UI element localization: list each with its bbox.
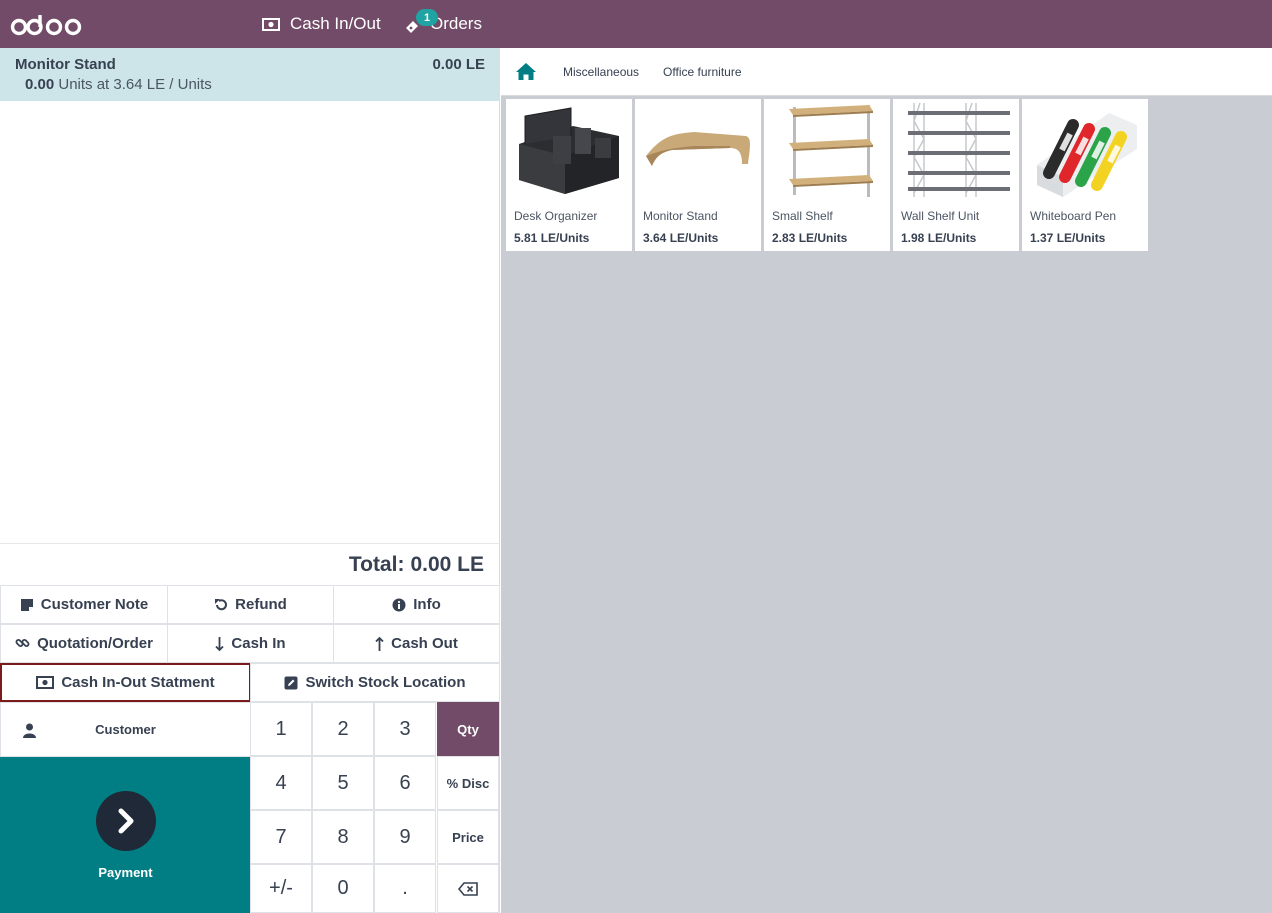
product-card-desk-organizer[interactable]: Desk Organizer 5.81 LE/Units bbox=[506, 99, 632, 251]
numpad-key-2[interactable]: 2 bbox=[312, 702, 374, 756]
chevron-right-icon bbox=[118, 808, 133, 833]
product-name: Desk Organizer bbox=[514, 209, 598, 223]
orders-count-badge: 1 bbox=[416, 9, 438, 26]
odoo-logo bbox=[10, 15, 82, 36]
product-card-small-shelf[interactable]: Small Shelf 2.83 LE/Units bbox=[764, 99, 890, 251]
product-card-wall-shelf-unit[interactable]: Wall Shelf Unit 1.98 LE/Units bbox=[893, 99, 1019, 251]
link-icon bbox=[15, 639, 30, 647]
undo-icon bbox=[215, 598, 228, 610]
payment-label: Payment bbox=[98, 864, 153, 880]
product-name: Whiteboard Pen bbox=[1030, 209, 1117, 223]
numpad-key-5[interactable]: 5 bbox=[312, 756, 374, 810]
customer-note-button[interactable]: Customer Note bbox=[0, 585, 168, 624]
numpad-key-9[interactable]: 9 bbox=[374, 810, 436, 864]
order-line-detail: 0.00 Units at 3.64 LE / Units bbox=[25, 76, 485, 93]
home-category-button[interactable] bbox=[501, 48, 551, 96]
info-button[interactable]: Info bbox=[333, 585, 500, 624]
info-label: Info bbox=[413, 596, 441, 613]
top-navbar: Cash In/Out 1 Orders bbox=[0, 0, 1272, 48]
numpad-key-8[interactable]: 8 bbox=[312, 810, 374, 864]
payment-button[interactable]: Payment bbox=[0, 757, 251, 913]
product-price: 2.83 LE/Units bbox=[772, 231, 848, 245]
refund-button[interactable]: Refund bbox=[167, 585, 334, 624]
total-label: Total: bbox=[348, 552, 405, 576]
order-total: Total: 0.00 LE bbox=[0, 543, 500, 585]
product-card-whiteboard-pen[interactable]: Whiteboard Pen 1.37 LE/Units bbox=[1022, 99, 1148, 251]
switch-stock-location-label: Switch Stock Location bbox=[305, 674, 466, 691]
switch-stock-location-button[interactable]: Switch Stock Location bbox=[250, 663, 500, 702]
orders-button[interactable]: 1 Orders bbox=[404, 0, 482, 48]
product-image-small-shelf bbox=[768, 101, 886, 201]
order-line-price: 0.00 LE bbox=[432, 56, 485, 73]
product-price: 1.98 LE/Units bbox=[901, 231, 977, 245]
category-bar: Miscellaneous Office furniture bbox=[501, 48, 1272, 96]
quotation-order-button[interactable]: Quotation/Order bbox=[0, 624, 168, 663]
order-line[interactable]: Monitor Stand 0.00 LE 0.00 Units at 3.64… bbox=[0, 48, 500, 101]
numpad-key-plus-minus[interactable]: +/- bbox=[250, 864, 312, 913]
money-icon bbox=[36, 676, 55, 689]
cash-in-out-statement-button[interactable]: Cash In-Out Statment bbox=[0, 663, 251, 702]
numpad-mode-qty[interactable]: Qty bbox=[437, 702, 499, 756]
arrow-down-icon bbox=[215, 636, 225, 651]
product-price: 1.37 LE/Units bbox=[1030, 231, 1106, 245]
order-line-unit-info: Units at 3.64 LE / Units bbox=[58, 76, 212, 93]
product-image-wall-shelf-unit bbox=[897, 101, 1015, 201]
product-image-monitor-stand bbox=[639, 101, 757, 201]
numpad-key-3[interactable]: 3 bbox=[374, 702, 436, 756]
arrow-up-icon bbox=[375, 636, 384, 651]
customer-button[interactable]: Customer bbox=[0, 702, 251, 757]
cash-in-out-label: Cash In/Out bbox=[290, 14, 381, 33]
product-image-whiteboard-pen bbox=[1026, 101, 1144, 201]
numpad-key-0[interactable]: 0 bbox=[312, 864, 374, 913]
product-name: Small Shelf bbox=[772, 209, 833, 223]
numpad-key-6[interactable]: 6 bbox=[374, 756, 436, 810]
product-card-monitor-stand[interactable]: Monitor Stand 3.64 LE/Units bbox=[635, 99, 761, 251]
payment-circle bbox=[95, 790, 156, 851]
sticky-note-icon bbox=[20, 598, 33, 611]
order-panel: Monitor Stand 0.00 LE 0.00 Units at 3.64… bbox=[0, 48, 500, 913]
product-image-desk-organizer bbox=[510, 101, 628, 201]
backspace-icon bbox=[458, 881, 478, 896]
product-name: Wall Shelf Unit bbox=[901, 209, 980, 223]
category-miscellaneous[interactable]: Miscellaneous bbox=[551, 65, 651, 79]
order-line-qty: 0.00 bbox=[25, 76, 55, 93]
product-panel: Miscellaneous Office furniture Desk Orga… bbox=[501, 48, 1272, 913]
numpad-key-4[interactable]: 4 bbox=[250, 756, 312, 810]
numpad-backspace[interactable] bbox=[437, 864, 499, 913]
info-icon bbox=[392, 598, 406, 611]
product-price: 5.81 LE/Units bbox=[514, 231, 590, 245]
edit-icon bbox=[284, 676, 298, 689]
numpad-mode-price[interactable]: Price bbox=[437, 810, 499, 864]
refund-label: Refund bbox=[235, 596, 287, 613]
cash-in-out-button[interactable]: Cash In/Out bbox=[262, 0, 381, 48]
numpad-key-1[interactable]: 1 bbox=[250, 702, 312, 756]
numpad-key-decimal[interactable]: . bbox=[374, 864, 436, 913]
numpad-mode-disc[interactable]: % Disc bbox=[437, 756, 499, 810]
total-value: 0.00 LE bbox=[410, 552, 484, 576]
product-name: Monitor Stand bbox=[643, 209, 718, 223]
cash-in-button[interactable]: Cash In bbox=[167, 624, 334, 663]
customer-note-label: Customer Note bbox=[40, 596, 149, 613]
cash-out-button[interactable]: Cash Out bbox=[333, 624, 500, 663]
cash-in-out-statement-label: Cash In-Out Statment bbox=[61, 674, 215, 691]
customer-label: Customer bbox=[95, 722, 156, 737]
user-icon bbox=[23, 723, 36, 738]
order-line-product: Monitor Stand bbox=[15, 56, 116, 73]
home-icon bbox=[516, 63, 536, 80]
numpad-key-7[interactable]: 7 bbox=[250, 810, 312, 864]
cash-in-label: Cash In bbox=[231, 635, 286, 652]
cash-out-label: Cash Out bbox=[391, 635, 458, 652]
money-icon bbox=[262, 17, 280, 31]
quotation-order-label: Quotation/Order bbox=[37, 635, 153, 652]
category-office-furniture[interactable]: Office furniture bbox=[651, 65, 753, 79]
product-price: 3.64 LE/Units bbox=[643, 231, 719, 245]
product-grid: Desk Organizer 5.81 LE/Units Monitor Sta… bbox=[506, 99, 1148, 251]
